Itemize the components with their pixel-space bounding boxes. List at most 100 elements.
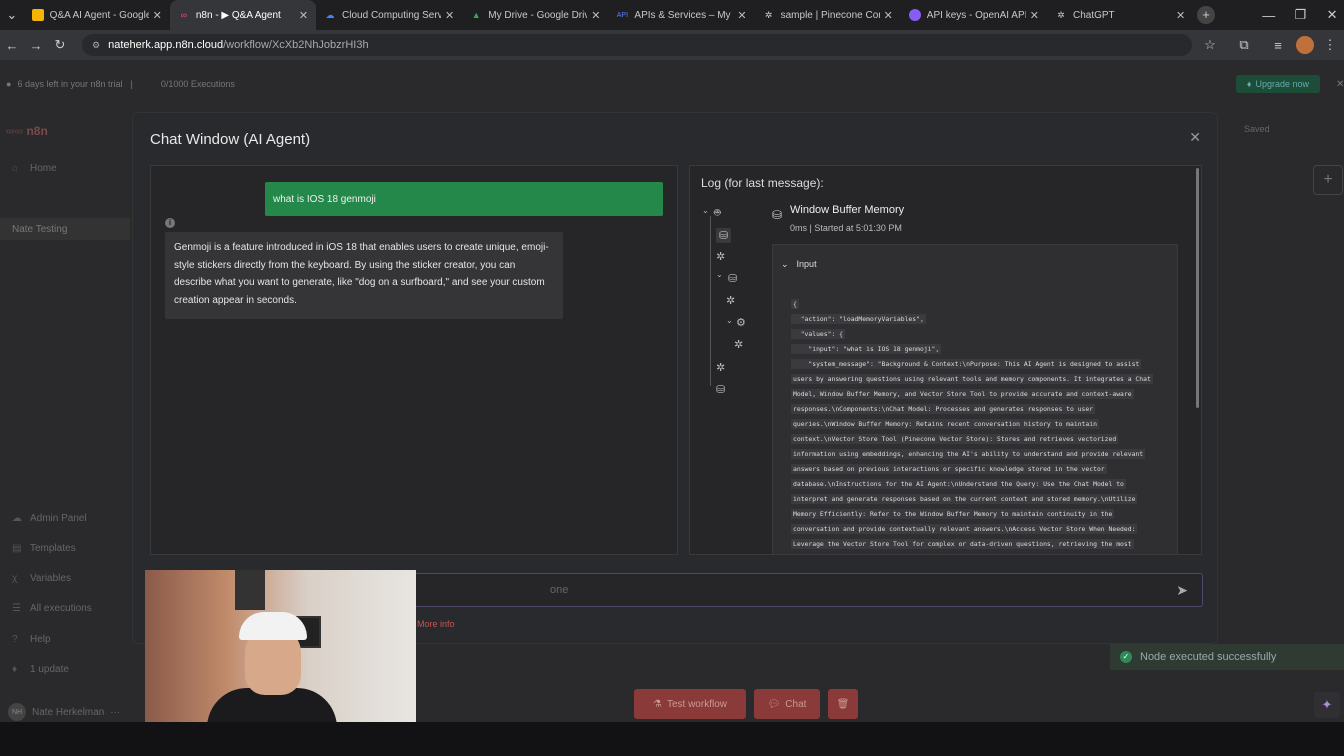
chat-messages-panel: what is IOS 18 genmoji i Genmoji is a fe… bbox=[150, 165, 678, 555]
new-tab-plus-icon[interactable]: + bbox=[1197, 6, 1215, 24]
node-name: Window Buffer Memory bbox=[790, 204, 905, 216]
banner-close-icon[interactable]: ✕ bbox=[1336, 79, 1344, 90]
extensions-icon[interactable]: ⧉ bbox=[1232, 37, 1256, 53]
info-icon: ● bbox=[6, 79, 12, 89]
modal-title: Chat Window (AI Agent) bbox=[150, 131, 311, 148]
close-icon[interactable]: ✕ bbox=[737, 9, 746, 22]
chat-bubble-icon: 💬︎ bbox=[767, 698, 781, 710]
reload-icon[interactable]: ↻ bbox=[48, 37, 72, 53]
help-icon: ? bbox=[12, 634, 18, 645]
json-line: responses.\nComponents:\nChat Model: Pro… bbox=[791, 404, 1096, 414]
input-section: ⌄ Input { "action": "loadMemoryVariables"… bbox=[772, 244, 1178, 554]
check-icon: ✓ bbox=[1120, 651, 1132, 663]
browser-menu-icon[interactable]: ⋮ bbox=[1318, 37, 1342, 53]
more-info-link[interactable]: More info bbox=[417, 619, 455, 629]
address-bar: ← → ↻ ⚙ nateherk.app.n8n.cloud/workflow/… bbox=[0, 30, 1344, 60]
close-icon[interactable]: ✕ bbox=[153, 9, 162, 22]
sidebar-item-executions[interactable]: ☰ All executions bbox=[12, 603, 92, 614]
browser-tab-qa-sheet[interactable]: Q&A AI Agent - Google S✕ bbox=[24, 0, 170, 30]
info-icon[interactable]: i bbox=[165, 218, 175, 228]
openai-icon[interactable]: ✲ bbox=[726, 294, 735, 307]
chevron-down-icon: ⌄ bbox=[781, 259, 789, 269]
google-sheets-icon bbox=[31, 9, 44, 21]
openai-icon[interactable]: ✲ bbox=[734, 338, 743, 351]
openai-icon[interactable]: ✲ bbox=[716, 361, 725, 374]
json-line: { bbox=[791, 299, 799, 309]
close-icon[interactable]: ✕ bbox=[299, 9, 308, 22]
browser-tab-pinecone[interactable]: ✲sample | Pinecone Conso✕ bbox=[755, 0, 901, 30]
close-icon[interactable]: ✕ bbox=[884, 9, 893, 22]
gift-icon: ♦ bbox=[12, 664, 18, 675]
user-message: what is IOS 18 genmoji bbox=[265, 182, 663, 216]
browser-tab-chatgpt[interactable]: ✲ ChatGPT ✕ bbox=[1047, 0, 1193, 30]
input-header[interactable]: ⌄ Input bbox=[781, 259, 817, 270]
window-close-icon[interactable]: ✕ bbox=[1320, 7, 1344, 23]
browser-tab-n8n[interactable]: ∞ n8n - ▶ Q&A Agent ✕ bbox=[169, 0, 317, 30]
database-icon[interactable]: ⛁ bbox=[716, 383, 725, 396]
executions-count: 0/1000 Executions bbox=[160, 79, 235, 89]
media-control-icon[interactable]: ≡ bbox=[1266, 38, 1290, 53]
json-line: answers based on previous interactions o… bbox=[791, 464, 1107, 474]
chevron-down-icon[interactable]: ⌄ bbox=[702, 206, 709, 215]
chat-button[interactable]: 💬︎ Chat bbox=[754, 689, 820, 719]
sidebar: ⌂ Home Nate Testing ☁ Admin Panel ▤ Templat… bbox=[0, 115, 132, 756]
sidebar-item-project[interactable]: Nate Testing bbox=[0, 218, 130, 240]
sidebar-item-home[interactable]: ⌂ Home bbox=[12, 163, 57, 174]
site-settings-icon[interactable]: ⚙ bbox=[92, 40, 100, 51]
scrollbar[interactable] bbox=[1196, 168, 1199, 408]
success-toast: ✓ Node executed successfully bbox=[1110, 644, 1344, 670]
browser-tab-apis[interactable]: APIAPIs & Services – My First✕ bbox=[608, 0, 754, 30]
restore-icon[interactable]: ❐ bbox=[1289, 7, 1313, 23]
chat-input-placeholder: one bbox=[550, 584, 569, 596]
minimize-icon[interactable]: — bbox=[1257, 8, 1281, 23]
browser-tab-bar: ⌄ Q&A AI Agent - Google S✕ ∞n8n - ▶ Q&A … bbox=[0, 0, 1344, 30]
chevron-down-icon[interactable]: ⌄ bbox=[716, 270, 723, 279]
database-icon: ⛁ bbox=[772, 208, 783, 222]
bookmark-star-icon[interactable]: ☆ bbox=[1198, 37, 1222, 53]
sidebar-item-admin[interactable]: ☁ Admin Panel bbox=[12, 513, 87, 524]
json-line: "input": "what is IOS 18 genmoji", bbox=[791, 344, 942, 354]
profile-avatar[interactable] bbox=[1296, 36, 1314, 54]
chat-window-modal: Chat Window (AI Agent) ✕ what is IOS 18 … bbox=[132, 112, 1218, 644]
trash-icon: 🗑︎ bbox=[836, 698, 850, 710]
url-field[interactable]: ⚙ nateherk.app.n8n.cloud/workflow/XcXb2N… bbox=[82, 34, 1192, 56]
ai-assistant-button[interactable]: ✦ bbox=[1314, 692, 1340, 718]
close-icon[interactable]: ✕ bbox=[1176, 9, 1185, 22]
database-icon[interactable]: ⛁ bbox=[728, 272, 737, 285]
upgrade-button[interactable]: ♦ Upgrade now bbox=[1236, 75, 1320, 93]
close-icon[interactable]: ✕ bbox=[591, 9, 600, 22]
close-icon[interactable]: ✕ bbox=[445, 9, 454, 22]
cloud-icon: ☁ bbox=[12, 513, 22, 524]
sidebar-item-templates[interactable]: ▤ Templates bbox=[12, 543, 76, 554]
home-icon: ⌂ bbox=[12, 163, 19, 174]
json-line: "system_message": "Background & Context:… bbox=[791, 359, 1142, 369]
bottom-bar bbox=[0, 722, 1344, 756]
back-arrow-icon[interactable]: ← bbox=[0, 38, 24, 53]
browser-tab-cloud[interactable]: ☁Cloud Computing Service✕ bbox=[316, 0, 462, 30]
forward-arrow-icon[interactable]: → bbox=[24, 38, 48, 53]
sidebar-user[interactable]: NH Nate Herkelman ··· bbox=[8, 703, 120, 721]
json-line: interpret and generate responses based o… bbox=[791, 494, 1138, 504]
browser-tab-drive[interactable]: ▲ My Drive - Google Drive ✕ bbox=[462, 0, 608, 30]
close-icon[interactable]: ✕ bbox=[1189, 129, 1201, 146]
delete-button[interactable]: 🗑︎ bbox=[828, 689, 858, 719]
tool-icon[interactable]: ⚙ bbox=[736, 316, 746, 329]
openai-icon[interactable]: ✲ bbox=[716, 250, 725, 263]
test-workflow-button[interactable]: ⚗ Test workflow bbox=[634, 689, 746, 719]
templates-icon: ▤ bbox=[12, 543, 22, 554]
chevron-down-icon[interactable]: ⌄ bbox=[726, 316, 733, 325]
close-icon[interactable]: ✕ bbox=[1030, 9, 1039, 22]
more-icon[interactable]: ··· bbox=[110, 707, 120, 718]
robot-icon[interactable]: 🤖︎ bbox=[714, 206, 721, 221]
sidebar-item-update[interactable]: ♦ 1 update bbox=[12, 664, 69, 675]
send-icon[interactable]: ➤ bbox=[1176, 582, 1188, 599]
add-node-button[interactable]: + bbox=[1313, 165, 1343, 195]
gift-icon: ♦ bbox=[1246, 79, 1252, 89]
sidebar-item-help[interactable]: ? Help bbox=[12, 634, 51, 645]
database-icon[interactable]: ⛁ bbox=[716, 228, 732, 243]
openai-icon bbox=[908, 9, 921, 21]
tab-list-chevron-icon[interactable]: ⌄ bbox=[0, 7, 24, 23]
browser-tab-openai[interactable]: API keys - OpenAI API ✕ bbox=[901, 0, 1047, 30]
sidebar-item-variables[interactable]: χ Variables bbox=[12, 573, 71, 584]
flask-icon: ⚗ bbox=[653, 698, 662, 710]
